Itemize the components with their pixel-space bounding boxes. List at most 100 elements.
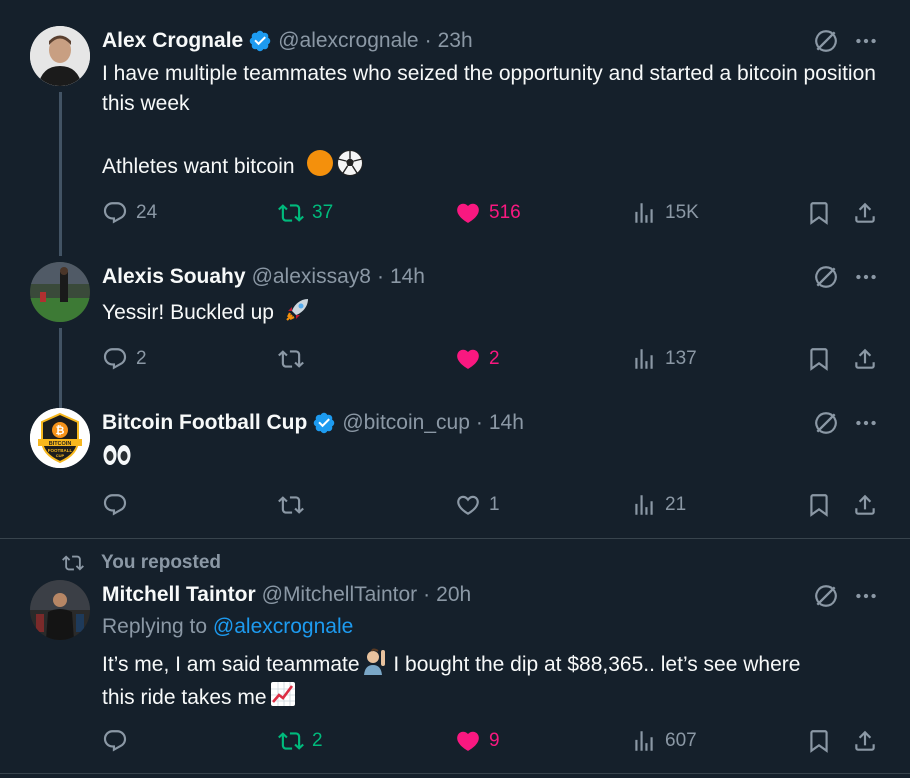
reply-button[interactable] (102, 490, 136, 520)
more-options-icon[interactable] (851, 410, 881, 436)
like-button[interactable]: 9 (455, 726, 500, 756)
tweet-text-segment: Yessir! Buckled up (102, 301, 274, 324)
avatar-photo (30, 580, 90, 640)
separator-dot: · (424, 29, 432, 52)
reply-button[interactable]: 24 (102, 198, 157, 228)
more-options-icon[interactable] (851, 583, 881, 609)
heart-icon (455, 492, 481, 518)
tweet-text-line: I have multiple teammates who seized the… (102, 62, 876, 115)
share-icon (852, 492, 878, 518)
views-icon (631, 728, 657, 754)
bookmark-button[interactable] (806, 198, 832, 228)
like-button[interactable]: 516 (455, 198, 521, 228)
repost-context-label: You reposted (101, 552, 221, 573)
tweet-divider (0, 538, 910, 539)
display-name[interactable]: Alex Crognale (102, 29, 243, 53)
views-icon (631, 346, 657, 372)
user-handle[interactable]: @alexissay8 (252, 265, 371, 289)
tweet-header: Bitcoin Football Cup @bitcoin_cup · 14h (102, 408, 524, 438)
reply-button[interactable]: 2 (102, 344, 147, 374)
repost-button[interactable] (278, 490, 312, 520)
views-icon (631, 492, 657, 518)
user-handle[interactable]: @alexcrognale (278, 29, 418, 53)
reply-icon (102, 728, 128, 754)
bitcoin-football-cup-logo: ₿ BITCOIN FOOTBALL CUP (30, 408, 90, 468)
user-handle[interactable]: @bitcoin_cup (342, 411, 470, 435)
like-count: 2 (489, 348, 500, 369)
repost-context: You reposted (62, 550, 221, 576)
chart-increasing-emoji-icon (270, 682, 295, 706)
share-button[interactable] (852, 198, 878, 228)
repost-icon (278, 728, 304, 754)
tweet-text-line: Yessir! Buckled up (102, 295, 892, 328)
more-options-icon[interactable] (851, 264, 881, 290)
repost-icon (278, 346, 304, 372)
share-button[interactable] (852, 344, 878, 374)
views-button[interactable]: 137 (631, 344, 697, 374)
grok-icon[interactable] (813, 583, 839, 609)
tweet-alexis-souahy[interactable]: Alexis Souahy @alexissay8 · 14h Yessir! … (0, 246, 910, 448)
like-button[interactable]: 1 (455, 490, 500, 520)
tweet-divider (0, 773, 910, 774)
timestamp[interactable]: 20h (436, 583, 471, 607)
grok-icon[interactable] (813, 264, 839, 290)
views-button[interactable]: 607 (631, 726, 697, 756)
tweet-text: I have multiple teammates who seized the… (102, 59, 892, 182)
like-count: 1 (489, 494, 500, 515)
grok-icon[interactable] (813, 410, 839, 436)
tweet-header: Alexis Souahy @alexissay8 · 14h (102, 262, 425, 292)
tweet-text-line: Athletes want bitcoin (102, 149, 892, 182)
tweet-header: Alex Crognale @alexcrognale · 23h (102, 26, 473, 56)
share-button[interactable] (852, 726, 878, 756)
tweet-text-line: It’s me, I am said teammate I bought the… (102, 647, 892, 680)
replying-to-link[interactable]: @alexcrognale (213, 615, 353, 638)
heart-filled-icon (455, 346, 481, 372)
like-count: 9 (489, 730, 500, 751)
action-bar: 24 37 516 15K (100, 198, 890, 228)
replying-to: Replying to @alexcrognale (102, 615, 353, 639)
bookmark-icon (806, 346, 832, 372)
bookmark-button[interactable] (806, 344, 832, 374)
views-button[interactable]: 21 (631, 490, 686, 520)
reply-icon (102, 492, 128, 518)
repost-button[interactable]: 2 (278, 726, 323, 756)
heart-filled-icon (455, 728, 481, 754)
bookmark-button[interactable] (806, 726, 832, 756)
timestamp[interactable]: 14h (489, 411, 524, 435)
display-name[interactable]: Mitchell Taintor (102, 583, 256, 607)
avatar[interactable] (30, 580, 90, 640)
timestamp[interactable]: 14h (390, 265, 425, 289)
separator-dot: · (475, 411, 483, 434)
timestamp[interactable]: 23h (438, 29, 473, 53)
avatar-photo (30, 26, 90, 86)
avatar[interactable]: ₿ BITCOIN FOOTBALL CUP (30, 408, 90, 468)
views-icon (631, 200, 657, 226)
repost-count: 2 (312, 730, 323, 751)
tweet-bitcoin-football-cup[interactable]: ₿ BITCOIN FOOTBALL CUP Bitcoin Football … (0, 392, 910, 538)
user-handle[interactable]: @MitchellTaintor (262, 583, 418, 607)
display-name[interactable]: Bitcoin Football Cup (102, 411, 307, 435)
bookmark-icon (806, 492, 832, 518)
orange-circle-emoji-icon (307, 150, 334, 176)
avatar[interactable] (30, 26, 90, 86)
avatar[interactable] (30, 262, 90, 322)
replying-to-label: Replying to (102, 615, 208, 638)
more-options-icon[interactable] (851, 28, 881, 54)
like-button[interactable]: 2 (455, 344, 500, 374)
repost-button[interactable] (278, 344, 312, 374)
share-button[interactable] (852, 490, 878, 520)
tweet-alex-crognale[interactable]: Alex Crognale @alexcrognale · 23h I have… (0, 0, 910, 256)
grok-icon[interactable] (813, 28, 839, 54)
action-bar: 2 9 607 (100, 726, 890, 756)
display-name[interactable]: Alexis Souahy (102, 265, 246, 289)
action-bar: 1 21 (100, 490, 890, 520)
eyes-emoji-icon (103, 445, 131, 465)
views-button[interactable]: 15K (631, 198, 699, 228)
repost-button[interactable]: 37 (278, 198, 333, 228)
reply-button[interactable] (102, 726, 136, 756)
tweet-text-segment: It’s me, I am said teammate (102, 653, 360, 676)
tweet-text (102, 441, 892, 474)
tweet-text-line: this ride takes me (102, 680, 892, 713)
view-count: 137 (665, 348, 697, 369)
bookmark-button[interactable] (806, 490, 832, 520)
